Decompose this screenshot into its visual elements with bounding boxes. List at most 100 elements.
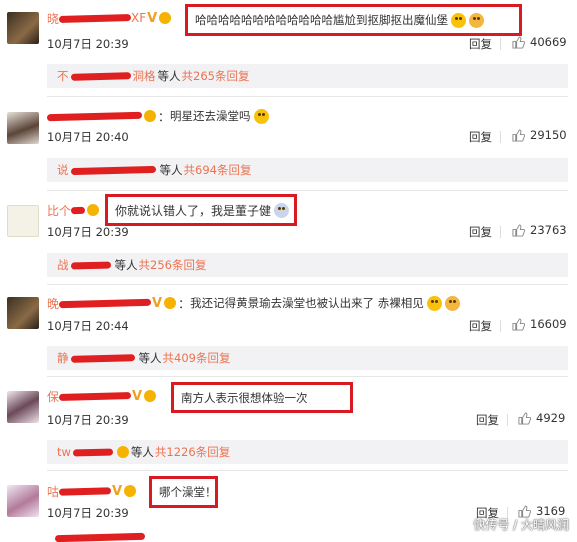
sub-reply-count[interactable]: 共1226条回复 [155, 444, 230, 460]
username-suffix: XF [131, 11, 147, 25]
username[interactable]: 咕 [47, 483, 59, 500]
redaction-mark [54, 532, 146, 542]
sub-reply-names[interactable]: 不 [57, 68, 69, 84]
username-row: ： 明星还去澡堂吗 [46, 107, 269, 125]
username-row: 保 V [47, 387, 157, 405]
comment-highlight-box: 南方人表示很想体验一次 [171, 382, 353, 413]
verified-icon: V [147, 10, 158, 26]
member-icon [87, 204, 100, 216]
like-button[interactable]: 40669 [512, 35, 567, 49]
divider [507, 414, 508, 426]
emoji-icon [451, 12, 466, 28]
redaction-mark [70, 353, 135, 363]
sub-reply-count[interactable]: 共256条回复 [139, 257, 207, 273]
divider [500, 226, 501, 238]
sub-reply-count[interactable]: 共409条回复 [163, 350, 231, 366]
comment-item: 保 V 南方人表示很想体验一次 10月7日 20:39 回复 4929 tw 等… [0, 377, 577, 472]
divider [500, 131, 501, 143]
redaction-mark [70, 206, 86, 214]
emoji-icon [253, 108, 269, 124]
comment-text: 南方人表示很想体验一次 [181, 390, 308, 405]
thumbs-up-icon [512, 35, 525, 49]
sub-reply-names-suffix: 洞格 [132, 69, 156, 83]
comment-highlight-box: 哪个澡堂！ [149, 476, 218, 508]
like-button[interactable]: 16609 [512, 317, 567, 331]
divider [500, 320, 501, 332]
like-button[interactable]: 4929 [518, 411, 565, 425]
reply-button[interactable]: 回复 [469, 129, 492, 145]
sub-reply-text: 等人 [157, 69, 181, 83]
avatar[interactable] [7, 485, 39, 517]
sub-reply-text: 等人 [130, 445, 154, 459]
divider [500, 38, 501, 50]
avatar[interactable] [7, 297, 39, 329]
username-row: 比个 [47, 201, 100, 219]
timestamp: 10月7日 20:39 [47, 37, 129, 51]
thumbs-up-icon [512, 317, 525, 331]
thumbs-up-emoji-icon [469, 12, 484, 28]
sub-reply-names[interactable]: 说 [57, 162, 69, 178]
like-button[interactable]: 23763 [512, 223, 567, 237]
username[interactable]: 晚 [47, 295, 59, 312]
colon: ： [178, 296, 191, 311]
sub-reply-names[interactable]: 静 [57, 350, 69, 366]
comment-text: 哈哈哈哈哈哈哈哈哈哈哈哈尴尬到抠脚抠出魔仙堡 [195, 13, 448, 27]
avatar[interactable] [7, 205, 39, 237]
timestamp: 10月7日 20:44 [47, 319, 129, 333]
username-row: 晓 XF V [47, 9, 172, 27]
timestamp: 10月7日 20:39 [47, 506, 129, 520]
redaction-mark [72, 447, 114, 457]
sub-reply-bar[interactable]: tw 等人 共1226条回复 [47, 440, 568, 464]
avatar[interactable] [7, 112, 39, 144]
username[interactable]: 比个 [47, 202, 71, 219]
sub-reply-names[interactable]: 战 [57, 257, 69, 273]
username[interactable]: 晓 [47, 10, 59, 27]
comment-text: 我还记得黄景瑜去澡堂也被认出来了 赤裸相见 [190, 296, 424, 310]
reply-button[interactable]: 回复 [469, 36, 492, 52]
member-icon [159, 12, 172, 24]
member-icon [116, 446, 129, 458]
colon: ： [158, 109, 171, 124]
comment-item: ： 明星还去澡堂吗 10月7日 20:40 回复 29150 说 等人 共694… [0, 97, 577, 193]
thumbs-up-icon [512, 223, 525, 237]
timestamp: 10月7日 20:39 [47, 225, 129, 239]
like-button[interactable]: 29150 [512, 128, 567, 142]
sub-reply-bar[interactable]: 战 等人 共256条回复 [47, 253, 568, 277]
thumbs-up-icon [518, 411, 531, 425]
avatar[interactable] [7, 391, 39, 423]
comment-item: 比个 你就说认错人了，我是董子健 10月7日 20:39 回复 23763 战 … [0, 190, 577, 286]
member-icon [144, 390, 157, 402]
comment-highlight-box: 你就说认错人了，我是董子健 [105, 194, 297, 226]
sub-reply-names[interactable]: tw [57, 445, 71, 459]
watermark: 快传号 / 大晴风润 [473, 518, 569, 532]
redaction-mark [58, 298, 152, 308]
thumbs-up-icon [512, 128, 525, 142]
reply-button[interactable]: 回复 [469, 224, 492, 240]
avatar[interactable] [7, 12, 39, 44]
comment-item: 晚 V ： 我还记得黄景瑜去澡堂也被认出来了 赤裸相见 10月7日 20:44 … [0, 285, 577, 378]
redaction-mark [70, 71, 131, 81]
comment-highlight-box: 哈哈哈哈哈哈哈哈哈哈哈哈尴尬到抠脚抠出魔仙堡 [185, 4, 522, 36]
verified-icon: V [132, 388, 143, 404]
sub-reply-count[interactable]: 共265条回复 [182, 68, 250, 84]
username[interactable]: 保 [47, 388, 59, 405]
sub-reply-bar[interactable]: 静 等人 共409条回复 [47, 346, 568, 370]
verified-icon: V [152, 295, 163, 311]
sub-reply-count[interactable]: 共694条回复 [184, 162, 252, 178]
reply-button[interactable]: 回复 [469, 318, 492, 334]
redaction-mark [70, 260, 111, 270]
like-count: 16609 [530, 317, 567, 331]
member-icon [124, 485, 137, 497]
sub-reply-bar[interactable]: 说 等人 共694条回复 [47, 158, 568, 182]
sub-reply-bar[interactable]: 不 洞格 等人 共265条回复 [47, 64, 568, 88]
member-icon [144, 110, 156, 122]
emoji-icon [426, 295, 442, 311]
sub-reply-text: 等人 [159, 163, 183, 177]
like-count: 40669 [530, 35, 567, 49]
member-icon [164, 297, 177, 309]
timestamp: 10月7日 20:39 [47, 413, 129, 427]
redaction-mark [58, 13, 132, 23]
redaction-mark [58, 486, 112, 496]
reply-button[interactable]: 回复 [476, 412, 499, 428]
redaction-mark [70, 165, 156, 175]
